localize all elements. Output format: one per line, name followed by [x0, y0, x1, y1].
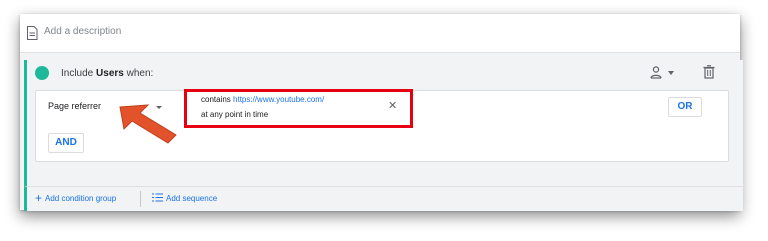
description-input[interactable]: Add a description	[44, 26, 121, 37]
include-suffix: when:	[126, 68, 154, 79]
condition-scope: at any point in time	[201, 110, 269, 119]
close-icon[interactable]: ✕	[388, 101, 397, 112]
condition-group: Include Users when: Page referrer contai…	[24, 60, 743, 186]
add-sequence-label: Add sequence	[166, 194, 218, 203]
screenshot-canvas: Add a description Include Users when: Pa…	[0, 0, 768, 241]
condition-value: https://www.youtube.com/	[233, 95, 325, 104]
add-condition-group-button[interactable]: + Add condition group	[35, 191, 117, 205]
include-prefix: Include	[61, 68, 94, 79]
group-status-dot	[35, 66, 49, 80]
include-subject[interactable]: Users	[96, 68, 124, 79]
builder-footer: + Add condition group Add sequence	[24, 186, 743, 211]
audience-builder-card: Add a description Include Users when: Pa…	[20, 14, 743, 211]
person-icon[interactable]	[649, 65, 663, 79]
add-sequence-button[interactable]: Add sequence	[152, 193, 217, 203]
chevron-down-icon[interactable]	[668, 71, 674, 75]
description-row[interactable]: Add a description	[20, 14, 740, 53]
condition-filter-box[interactable]: contains https://www.youtube.com/ at any…	[184, 89, 413, 128]
footer-divider	[140, 191, 141, 207]
plus-icon: +	[35, 191, 43, 205]
include-users-heading[interactable]: Include Users when:	[61, 68, 153, 79]
condition-operator: contains	[201, 95, 231, 104]
dimension-select[interactable]: Page referrer	[48, 101, 101, 111]
condition-filter-line: contains https://www.youtube.com/	[201, 95, 324, 104]
annotation-arrow-icon	[119, 104, 177, 144]
trash-icon[interactable]	[703, 65, 715, 79]
condition-card: Page referrer contains https://www.youtu…	[35, 89, 729, 162]
sequence-icon	[152, 193, 163, 202]
and-button[interactable]: AND	[48, 133, 84, 153]
or-button[interactable]: OR	[668, 97, 702, 117]
add-condition-group-label: Add condition group	[45, 194, 117, 203]
document-icon	[27, 26, 38, 40]
